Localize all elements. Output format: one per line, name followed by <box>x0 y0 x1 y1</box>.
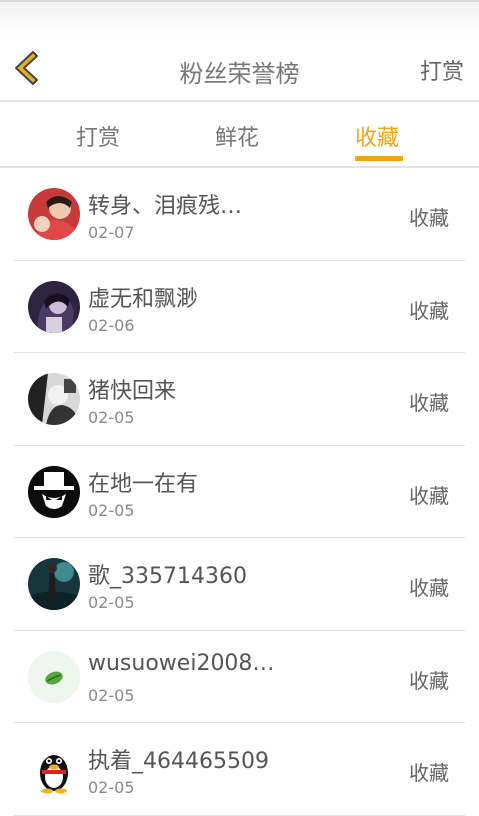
user-name: 歌_335714360 <box>88 564 247 589</box>
leaf-icon <box>28 650 80 703</box>
top-bar: 粉丝荣誉榜 打赏 <box>0 36 479 100</box>
penguin-icon <box>28 743 80 795</box>
user-name: 猪快回来 <box>88 379 177 404</box>
avatar <box>28 188 80 240</box>
avatar <box>28 650 80 703</box>
fan-list: 转身、泪痕残… 02-07 收藏 虚无和飘渺 02-06 收藏 猪快回来 02-… <box>0 168 479 816</box>
action-label: 收藏 <box>409 668 449 693</box>
page-title: 粉丝荣誉榜 <box>179 60 300 88</box>
user-name: 执着_464465509 <box>88 749 269 774</box>
tab-flowers[interactable]: 鲜花 <box>215 120 259 152</box>
date-label: 02-06 <box>88 315 135 335</box>
tab-bar: 打赏 鲜花 收藏 <box>0 102 479 166</box>
date-label: 02-07 <box>88 223 135 242</box>
date-label: 02-05 <box>88 685 135 705</box>
user-name: 虚无和飘渺 <box>88 286 199 312</box>
user-name: 转身、泪痕残… <box>88 194 243 219</box>
date-label: 02-05 <box>88 778 135 797</box>
action-label: 收藏 <box>409 576 449 600</box>
list-item[interactable]: 猪快回来 02-05 收藏 <box>0 353 479 446</box>
action-label: 收藏 <box>409 761 449 785</box>
date-label: 02-05 <box>88 408 135 427</box>
list-item[interactable]: 转身、泪痕残… 02-07 收藏 <box>0 168 479 261</box>
avatar <box>28 465 80 518</box>
list-item[interactable]: 执着_464465509 02-05 收藏 <box>0 723 479 816</box>
row-divider <box>14 814 465 816</box>
user-photo-icon <box>28 188 80 240</box>
date-label: 02-05 <box>88 593 135 612</box>
tab-favorites[interactable]: 收藏 <box>355 120 399 152</box>
action-label: 收藏 <box>409 206 449 230</box>
list-item[interactable]: 虚无和飘渺 02-06 收藏 <box>0 261 479 353</box>
action-label: 收藏 <box>409 483 449 508</box>
hat-mask-icon <box>28 465 80 518</box>
active-tab-indicator <box>355 156 403 161</box>
status-bar <box>0 0 479 36</box>
user-photo-icon <box>28 558 80 610</box>
reward-button[interactable]: 打赏 <box>420 54 464 86</box>
avatar <box>28 743 80 795</box>
avatar <box>28 558 80 610</box>
user-name: wusuowei2008… <box>88 650 275 676</box>
list-item[interactable]: 歌_335714360 02-05 收藏 <box>0 538 479 631</box>
tab-reward[interactable]: 打赏 <box>76 120 120 152</box>
user-name: 在地一在有 <box>88 471 199 497</box>
action-label: 收藏 <box>409 298 449 323</box>
date-label: 02-05 <box>88 500 135 520</box>
list-item[interactable]: wusuowei2008… 02-05 收藏 <box>0 631 479 723</box>
avatar <box>28 373 80 425</box>
user-photo-icon <box>28 373 80 425</box>
user-photo-icon <box>28 280 80 333</box>
list-item[interactable]: 在地一在有 02-05 收藏 <box>0 446 479 538</box>
action-label: 收藏 <box>409 391 449 415</box>
avatar <box>28 280 80 333</box>
